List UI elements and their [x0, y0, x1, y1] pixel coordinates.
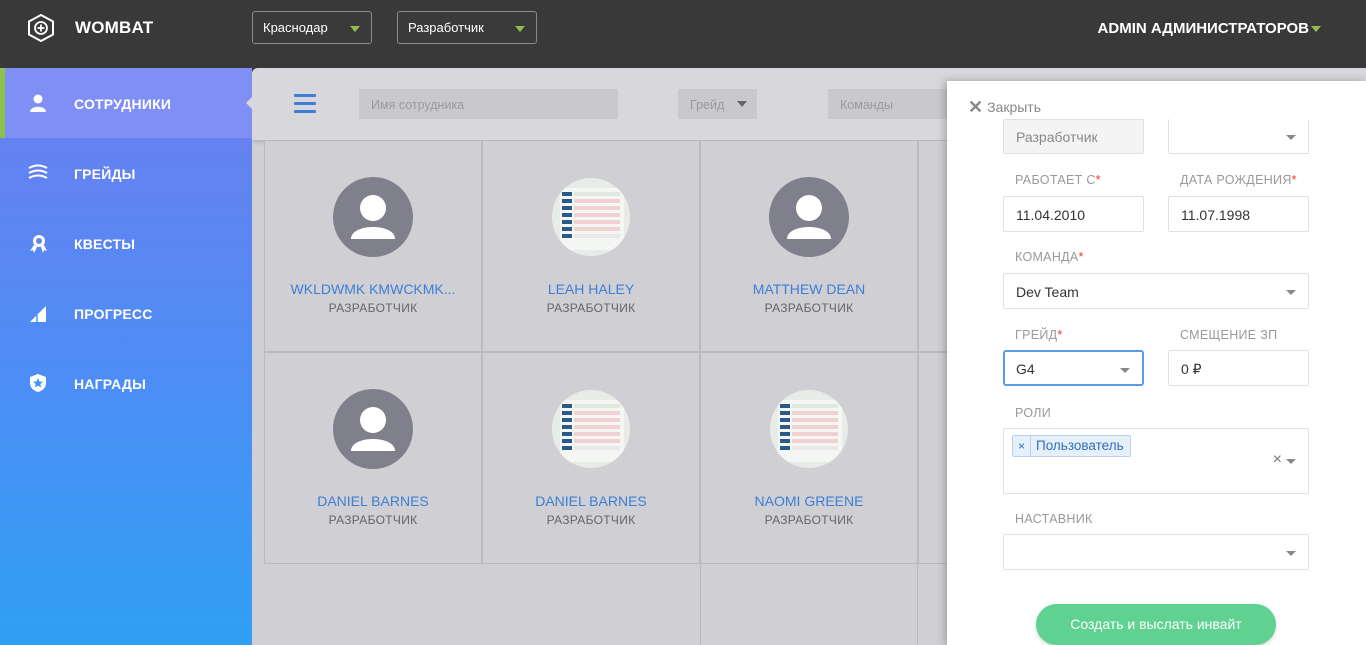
grade-select-value: G4 — [1016, 361, 1035, 377]
employee-card[interactable]: DANIEL BARNES РАЗРАБОТЧИК — [264, 352, 482, 564]
position-field[interactable]: Разработчик — [1003, 119, 1144, 154]
birth-date-input[interactable]: 11.07.1998 — [1168, 196, 1309, 232]
employee-role: РАЗРАБОТЧИК — [328, 301, 418, 315]
employee-card[interactable]: LEAH HALEY РАЗРАБОТЧИК — [482, 140, 700, 352]
employee-card[interactable]: MATTHEW DEAN РАЗРАБОТЧИК — [700, 140, 918, 352]
employee-name[interactable]: MATTHEW DEAN — [701, 281, 917, 297]
chevron-down-icon[interactable] — [1286, 459, 1296, 464]
user-icon — [30, 94, 46, 112]
chevron-down-icon — [1286, 290, 1296, 295]
roles-label: РОЛИ — [1015, 406, 1052, 420]
chevron-down-icon — [350, 26, 360, 32]
close-button[interactable]: ✕ Закрыть — [968, 97, 1041, 118]
chevron-down-icon — [1286, 135, 1296, 140]
employee-role: РАЗРАБОТЧИК — [546, 513, 636, 527]
employee-name[interactable]: LEAH HALEY — [483, 281, 699, 297]
employee-card[interactable]: DANIEL BARNES РАЗРАБОТЧИК — [482, 352, 700, 564]
screenshot-avatar-image — [560, 400, 624, 462]
logo-icon — [28, 14, 54, 42]
medal-icon — [30, 235, 47, 253]
screenshot-avatar-image — [560, 188, 624, 250]
role-select[interactable]: Разработчик — [397, 11, 537, 44]
team-select-value: Dev Team — [1016, 284, 1079, 300]
close-label: Закрыть — [987, 99, 1042, 115]
sidebar-item-label: ПРОГРЕСС — [74, 306, 153, 322]
sidebar-item-employees[interactable]: СОТРУДНИКИ — [0, 68, 252, 138]
avatar — [551, 389, 631, 469]
employee-role: РАЗРАБОТЧИК — [328, 513, 418, 527]
role-tag: × Пользователь — [1012, 435, 1131, 457]
employee-name[interactable]: WKLDWMK KMWCKMK... — [265, 281, 481, 297]
screenshot-avatar-image — [778, 400, 842, 462]
menu-icon[interactable] — [294, 94, 316, 114]
salary-offset-input[interactable]: 0 ₽ — [1168, 350, 1309, 386]
employee-role: РАЗРАБОТЧИК — [764, 301, 854, 315]
app-name: WOMBAT — [75, 18, 154, 37]
employee-name-input[interactable]: Имя сотрудника — [359, 89, 618, 119]
avatar — [551, 177, 631, 257]
birth-date-label: ДАТА РОЖДЕНИЯ* — [1180, 173, 1297, 187]
employee-card-partial — [918, 140, 948, 352]
city-select[interactable]: Краснодар — [252, 11, 372, 44]
sidebar-item-grades[interactable]: ГРЕЙДЫ — [0, 138, 252, 208]
sidebar-item-label: СОТРУДНИКИ — [74, 96, 172, 112]
employee-card[interactable]: NAOMI GREENE РАЗРАБОТЧИК — [700, 352, 918, 564]
sidebar-item-label: НАГРАДЫ — [74, 376, 146, 392]
unnamed-select[interactable] — [1168, 119, 1309, 154]
create-and-invite-button[interactable]: Создать и выслать инвайт — [1036, 604, 1276, 645]
chevron-down-icon — [737, 101, 747, 107]
grade-select[interactable]: G4 — [1003, 350, 1144, 386]
employee-name[interactable]: DANIEL BARNES — [265, 493, 481, 509]
chevron-down-icon — [515, 26, 525, 32]
avatar — [333, 177, 413, 257]
sidebar: СОТРУДНИКИ ГРЕЙДЫ КВЕСТЫ ПРОГРЕСС НАГРАД… — [0, 68, 252, 645]
employee-name[interactable]: DANIEL BARNES — [483, 493, 699, 509]
remove-tag-icon[interactable]: × — [1013, 436, 1032, 456]
grade-label: ГРЕЙД* — [1015, 328, 1063, 342]
employee-role: РАЗРАБОТЧИК — [764, 513, 854, 527]
sidebar-item-rewards[interactable]: НАГРАДЫ — [0, 348, 252, 418]
avatar — [333, 389, 413, 469]
employee-card-partial — [700, 564, 918, 645]
role-tag-label: Пользователь — [1036, 438, 1124, 453]
chevron-down-icon — [1286, 551, 1296, 556]
employee-card-partial — [918, 352, 948, 564]
default-avatar-icon — [787, 195, 831, 239]
chevron-down-icon — [1120, 368, 1130, 373]
employee-card[interactable]: WKLDWMK KMWCKMK... РАЗРАБОТЧИК — [264, 140, 482, 352]
works-since-label: РАБОТАЕТ С* — [1015, 173, 1101, 187]
team-select[interactable]: Dev Team — [1003, 273, 1309, 309]
mentor-label: НАСТАВНИК — [1015, 512, 1093, 526]
sidebar-item-progress[interactable]: ПРОГРЕСС — [0, 278, 252, 348]
roles-multiselect[interactable]: × Пользователь × — [1003, 428, 1309, 494]
user-menu[interactable]: ADMIN АДМИНИСТРАТОРОВ — [1098, 20, 1309, 37]
clear-icon[interactable]: × — [1273, 451, 1282, 469]
signal-icon — [30, 306, 46, 322]
employee-role: РАЗРАБОТЧИК — [546, 301, 636, 315]
top-bar: WOMBAT Краснодар Разработчик ADMIN АДМИН… — [0, 0, 1366, 68]
default-avatar-icon — [351, 195, 395, 239]
star-badge-icon — [30, 374, 46, 392]
layers-icon — [28, 164, 48, 179]
default-avatar-icon — [351, 407, 395, 451]
team-label: КОМАНДА* — [1015, 250, 1084, 264]
salary-offset-label: СМЕЩЕНИЕ ЗП — [1180, 328, 1278, 342]
sidebar-item-label: ГРЕЙДЫ — [74, 166, 136, 182]
sidebar-item-label: КВЕСТЫ — [74, 236, 136, 252]
sidebar-item-quests[interactable]: КВЕСТЫ — [0, 208, 252, 278]
employee-form-panel: ✕ Закрыть Разработчик РАБОТАЕТ С* ДАТА РО… — [947, 81, 1366, 645]
works-since-input[interactable]: 11.04.2010 — [1003, 196, 1144, 232]
chevron-down-icon[interactable] — [1311, 26, 1321, 32]
teams-filter-select[interactable]: Команды — [828, 89, 958, 119]
mentor-select[interactable] — [1003, 534, 1309, 570]
city-select-value: Краснодар — [263, 20, 328, 35]
close-icon: ✕ — [968, 97, 984, 117]
avatar — [769, 177, 849, 257]
avatar — [769, 389, 849, 469]
role-select-value: Разработчик — [408, 20, 484, 35]
employee-name[interactable]: NAOMI GREENE — [701, 493, 917, 509]
